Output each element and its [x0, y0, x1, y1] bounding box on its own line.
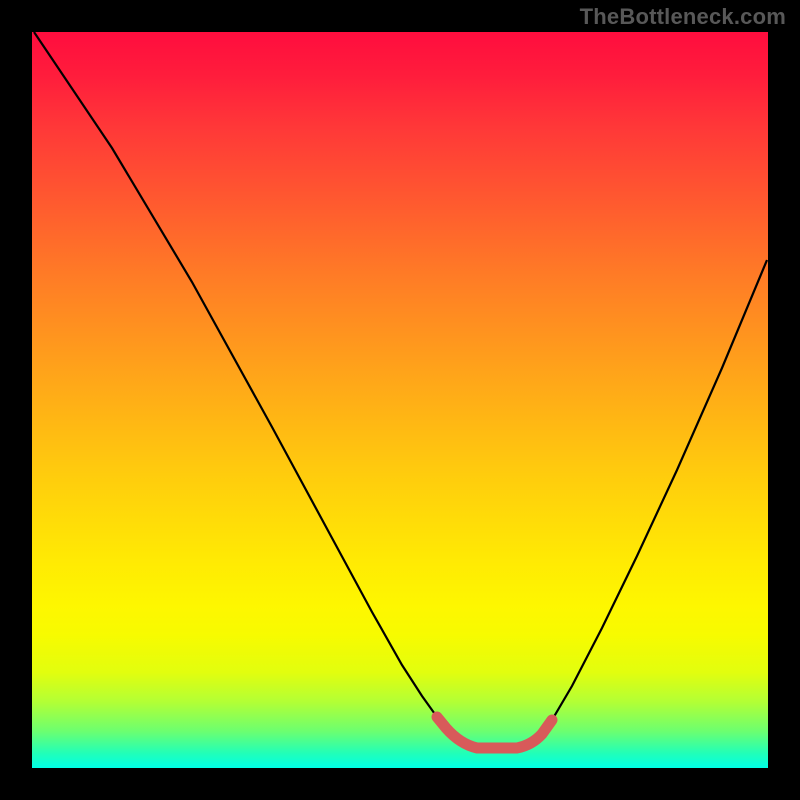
v-curve: [34, 32, 767, 748]
attribution-label: TheBottleneck.com: [580, 4, 786, 30]
chart-frame: TheBottleneck.com: [0, 0, 800, 800]
plot-area: [32, 32, 768, 768]
curve-layer: [32, 32, 768, 768]
valley-highlight: [437, 717, 552, 748]
